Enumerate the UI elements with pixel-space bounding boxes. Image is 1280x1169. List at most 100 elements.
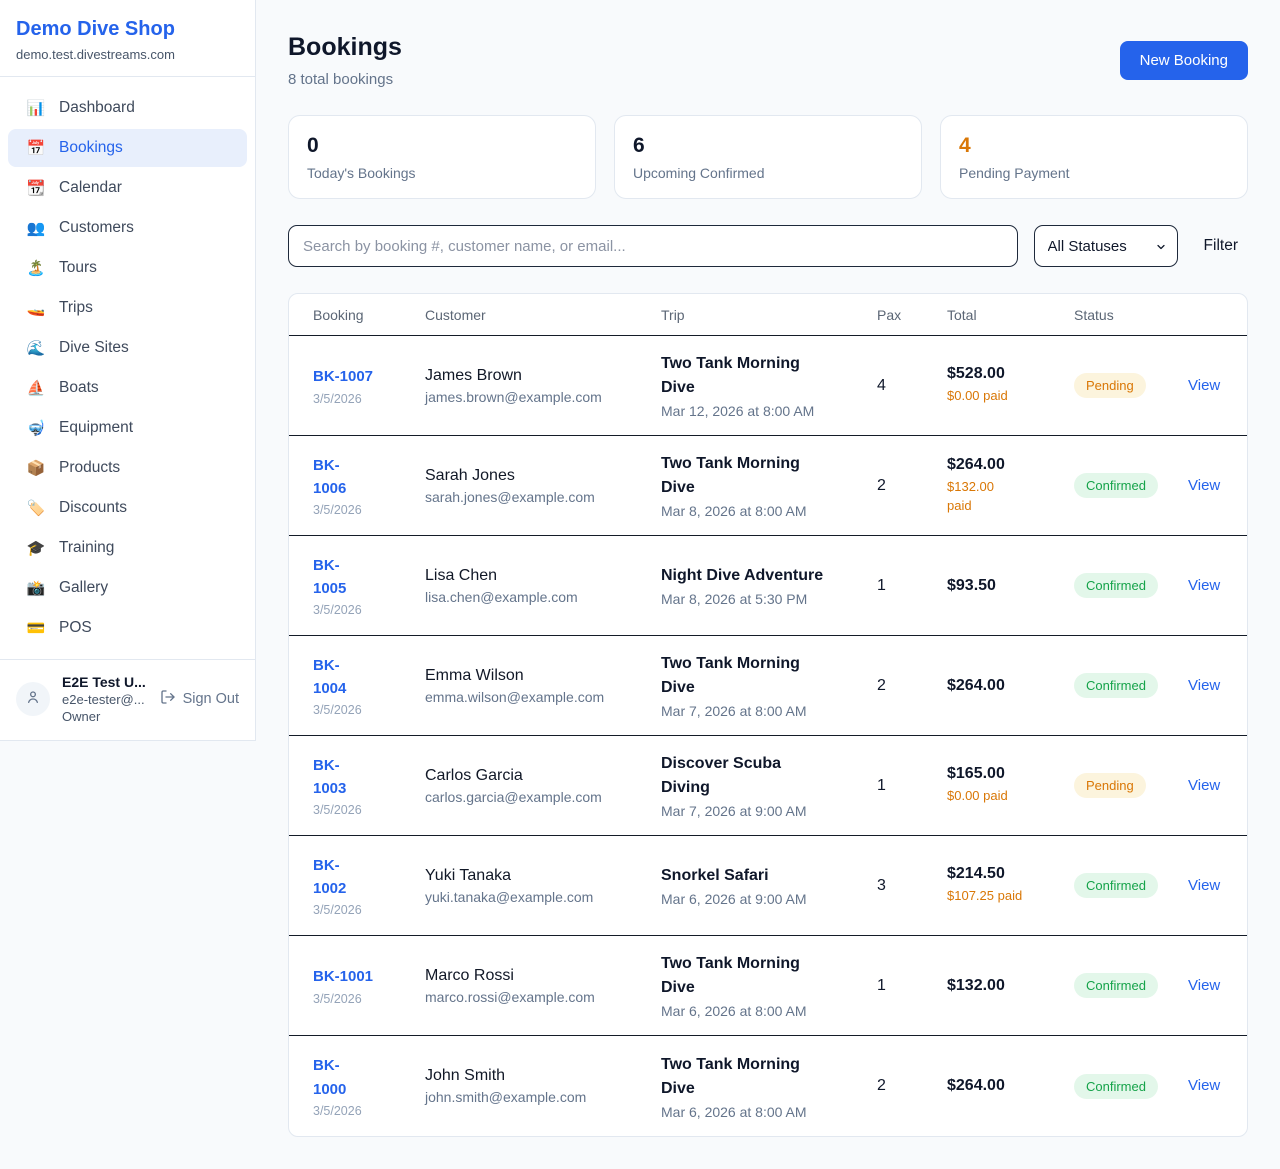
sidebar-item-bookings[interactable]: 📅Bookings [8, 129, 247, 167]
view-link[interactable]: View [1188, 977, 1220, 994]
table-header: Booking Customer Trip Pax Total Status [289, 294, 1247, 336]
training-icon: 🎓 [26, 539, 46, 557]
booking-date: 3/5/2026 [313, 392, 425, 406]
booking-date: 3/5/2026 [313, 503, 425, 517]
stat-label: Today's Bookings [307, 165, 577, 181]
user-email: e2e-tester@... [62, 692, 148, 707]
col-trip: Trip [661, 307, 877, 323]
table-row: BK-1005 3/5/2026 Lisa Chen lisa.chen@exa… [289, 536, 1247, 636]
booking-id-link[interactable]: BK-1000 [313, 1054, 346, 1101]
calendar-icon: 📆 [26, 179, 46, 197]
total-amount: $264.00 [947, 1077, 1074, 1095]
booking-date: 3/5/2026 [313, 1104, 425, 1118]
filter-button[interactable]: Filter [1194, 237, 1248, 255]
booking-id-link[interactable]: BK-1004 [313, 654, 346, 701]
trip-name: Snorkel Safari [661, 864, 877, 888]
total-amount: $264.00 [947, 456, 1074, 474]
brand-domain: demo.test.divestreams.com [16, 47, 239, 62]
view-link[interactable]: View [1188, 677, 1220, 694]
col-pax: Pax [877, 307, 947, 323]
sidebar-item-label: Equipment [59, 419, 133, 437]
equipment-icon: 🤿 [26, 419, 46, 437]
customer-email: yuki.tanaka@example.com [425, 889, 661, 905]
table-body: BK-1007 3/5/2026 James Brown james.brown… [289, 336, 1247, 1136]
booking-id-link[interactable]: BK-1007 [313, 365, 373, 388]
table-row: BK-1004 3/5/2026 Emma Wilson emma.wilson… [289, 636, 1247, 736]
sign-out-button[interactable]: Sign Out [160, 689, 239, 709]
col-customer: Customer [425, 307, 661, 323]
sidebar-item-gallery[interactable]: 📸Gallery [8, 569, 247, 607]
boats-icon: ⛵ [26, 379, 46, 397]
pax-value: 2 [877, 1077, 947, 1095]
pax-value: 1 [877, 777, 947, 795]
sidebar: Demo Dive Shop demo.test.divestreams.com… [0, 0, 256, 741]
stat-value: 0 [307, 133, 577, 159]
customer-email: carlos.garcia@example.com [425, 789, 661, 805]
view-link[interactable]: View [1188, 877, 1220, 894]
sidebar-item-dashboard[interactable]: 📊Dashboard [8, 89, 247, 127]
trip-datetime: Mar 7, 2026 at 8:00 AM [661, 703, 877, 719]
sidebar-item-training[interactable]: 🎓Training [8, 529, 247, 567]
person-icon [25, 689, 41, 710]
total-amount: $165.00 [947, 765, 1074, 783]
trip-datetime: Mar 6, 2026 at 9:00 AM [661, 891, 877, 907]
sidebar-item-calendar[interactable]: 📆Calendar [8, 169, 247, 207]
sidebar-item-label: Boats [59, 379, 99, 397]
col-total: Total [947, 307, 1074, 323]
status-badge: Confirmed [1074, 973, 1158, 998]
sidebar-item-products[interactable]: 📦Products [8, 449, 247, 487]
status-badge: Pending [1074, 373, 1146, 398]
view-link[interactable]: View [1188, 1077, 1220, 1094]
booking-id-link[interactable]: BK-1002 [313, 854, 346, 901]
sidebar-item-boats[interactable]: ⛵ Boats [8, 369, 247, 407]
sidebar-item-trips[interactable]: 🚤Trips [8, 289, 247, 327]
status-filter: All Statuses [1034, 225, 1178, 267]
trip-name: Two Tank MorningDive [661, 452, 877, 500]
customer-email: emma.wilson@example.com [425, 689, 661, 705]
bookings-icon: 📅 [26, 139, 46, 157]
search-input[interactable] [288, 225, 1018, 267]
brand-name[interactable]: Demo Dive Shop [16, 18, 239, 41]
booking-id-link[interactable]: BK-1006 [313, 454, 346, 501]
customer-name: James Brown [425, 367, 661, 385]
view-link[interactable]: View [1188, 577, 1220, 594]
stat-label: Pending Payment [959, 165, 1229, 181]
status-badge: Confirmed [1074, 873, 1158, 898]
stat-card-pending-payment: 4Pending Payment [940, 115, 1248, 199]
pos-icon: 💳 [26, 619, 46, 637]
sidebar-item-tours[interactable]: 🏝️Tours [8, 249, 247, 287]
table-row: BK-1002 3/5/2026 Yuki Tanaka yuki.tanaka… [289, 836, 1247, 936]
status-filter-select[interactable]: All Statuses [1034, 225, 1178, 267]
sidebar-item-customers[interactable]: 👥Customers [8, 209, 247, 247]
table-row: BK-1007 3/5/2026 James Brown james.brown… [289, 336, 1247, 436]
total-paid: $132.00 paid [947, 478, 1074, 516]
customer-name: Lisa Chen [425, 567, 661, 585]
stat-card-today-s-bookings: 0 Today's Bookings [288, 115, 596, 199]
sidebar-item-label: Discounts [59, 499, 127, 517]
table-row: BK-1006 3/5/2026 Sarah Jones sarah.jones… [289, 436, 1247, 536]
sidebar-item-discounts[interactable]: 🏷️Discounts [8, 489, 247, 527]
brand-block[interactable]: Demo Dive Shop demo.test.divestreams.com [0, 0, 255, 77]
pax-value: 1 [877, 977, 947, 995]
sidebar-item-equipment[interactable]: 🤿 Equipment [8, 409, 247, 447]
customer-email: sarah.jones@example.com [425, 489, 661, 505]
trip-datetime: Mar 8, 2026 at 8:00 AM [661, 503, 877, 519]
sidebar-item-label: Dashboard [59, 99, 135, 117]
stats-row: 0 Today's Bookings 6 Upcoming Confirmed 4Pen… [288, 115, 1248, 199]
stat-label: Upcoming Confirmed [633, 165, 903, 181]
view-link[interactable]: View [1188, 377, 1220, 394]
booking-id-link[interactable]: BK-1005 [313, 554, 346, 601]
user-name: E2E Test U... [62, 674, 148, 690]
col-status: Status [1074, 307, 1188, 323]
stat-value: 6 [633, 133, 903, 159]
view-link[interactable]: View [1188, 477, 1220, 494]
sidebar-item-dive-sites[interactable]: 🌊Dive Sites [8, 329, 247, 367]
sidebar-item-pos[interactable]: 💳POS [8, 609, 247, 647]
view-link[interactable]: View [1188, 777, 1220, 794]
col-booking: Booking [313, 307, 425, 323]
booking-id-link[interactable]: BK-1003 [313, 754, 346, 801]
new-booking-button[interactable]: New Booking [1120, 41, 1248, 80]
total-paid: $0.00 paid [947, 387, 1074, 406]
booking-id-link[interactable]: BK-1001 [313, 965, 373, 988]
filter-row: All Statuses Filter [288, 225, 1248, 267]
